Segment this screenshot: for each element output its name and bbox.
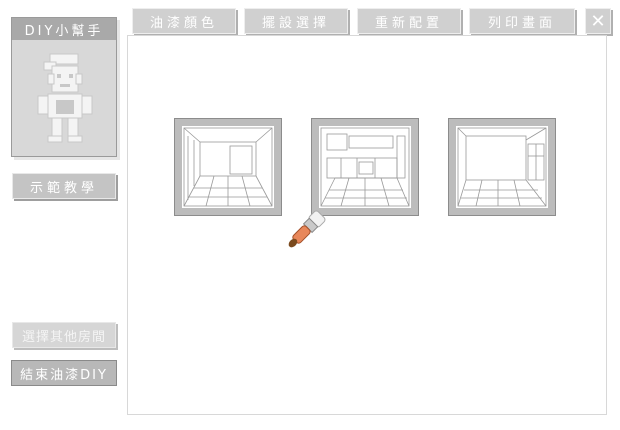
tab-print-screen[interactable]: 列印畫面 [469, 8, 575, 34]
room-thumbnail-living[interactable] [448, 118, 559, 219]
room-thumbnail-kitchen[interactable] [311, 118, 422, 219]
painter-character-icon [37, 53, 93, 143]
other-rooms-button[interactable]: 選擇其他房間 [12, 322, 116, 348]
paintbrush-cursor-icon [288, 210, 326, 248]
close-button[interactable]: ✕ [585, 8, 611, 34]
exit-diy-button[interactable]: 結束油漆DIY [11, 360, 117, 386]
tutorial-button[interactable]: 示範教學 [12, 173, 116, 199]
close-icon: ✕ [590, 10, 606, 32]
empty-room-icon [182, 126, 274, 208]
living-room-icon [456, 126, 548, 208]
diy-helper-card: DIY小幫手 [11, 17, 117, 157]
helper-title: DIY小幫手 [12, 18, 116, 40]
room-thumbnail-empty[interactable] [174, 118, 285, 219]
tab-furniture-select[interactable]: 擺設選擇 [244, 8, 348, 34]
room-selection-panel [127, 35, 607, 415]
kitchen-room-icon [319, 126, 411, 208]
tab-paint-color[interactable]: 油漆顏色 [132, 8, 236, 34]
tab-rearrange[interactable]: 重新配置 [357, 8, 461, 34]
